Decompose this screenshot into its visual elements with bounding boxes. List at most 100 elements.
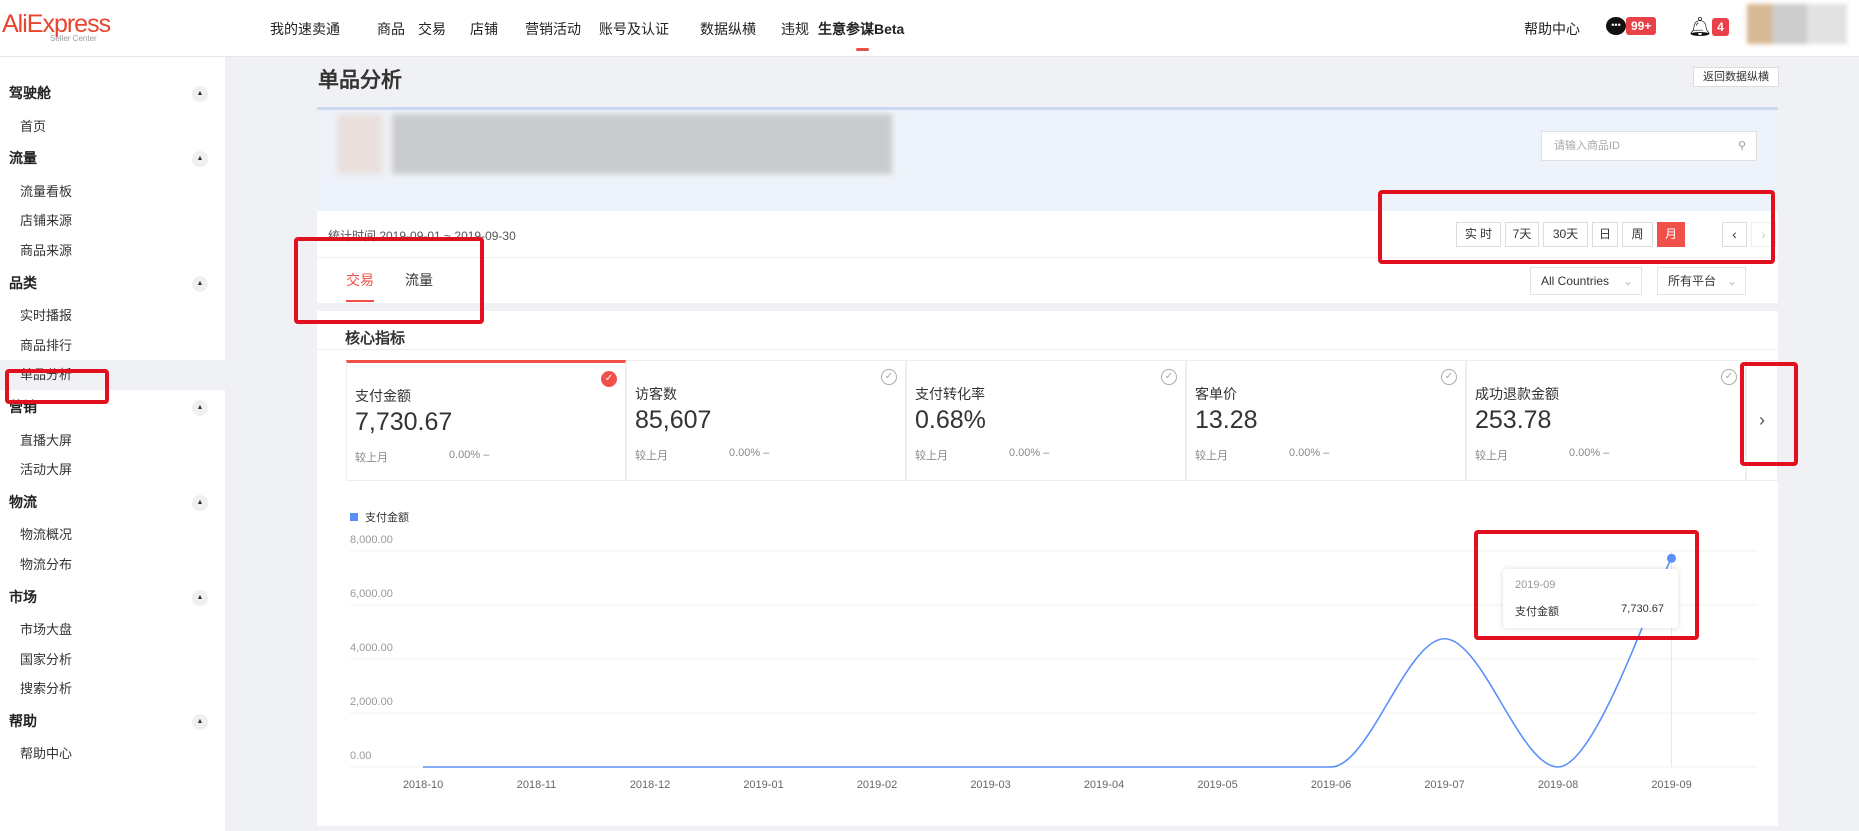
x-tick-label: 2019-02 — [857, 779, 897, 791]
x-tick-label: 2019-07 — [1424, 779, 1464, 791]
sidebar-group[interactable]: 帮助 ▲ — [0, 704, 225, 740]
metric-label: 支付转化率 — [915, 386, 985, 402]
metric-value: 253.78 — [1475, 406, 1552, 434]
x-tick-label: 2019-09 — [1651, 779, 1691, 791]
sidebar-item[interactable]: 商品来源 — [0, 236, 225, 266]
nav-item[interactable]: 违规 — [781, 19, 809, 39]
nav-item[interactable]: 店铺 — [470, 19, 498, 39]
metric-value: 13.28 — [1195, 406, 1258, 434]
y-tick-label: 4,000.00 — [350, 642, 393, 654]
sidebar-item[interactable]: 物流概况 — [0, 520, 225, 550]
check-icon[interactable]: ✓ — [601, 371, 617, 387]
collapse-caret-icon[interactable]: ▲ — [192, 151, 208, 168]
nav-item[interactable]: 我的速卖通 — [270, 19, 340, 39]
check-icon[interactable]: ✓ — [1161, 369, 1177, 385]
sidebar-item[interactable]: 活动大屏 — [0, 455, 225, 485]
metric-label: 支付金额 — [355, 388, 411, 404]
sidebar-group-label: 驾驶舱 — [9, 85, 51, 101]
legend-label: 支付金额 — [365, 510, 409, 524]
y-tick-label: 8,000.00 — [350, 534, 393, 546]
sidebar-group[interactable]: 市场 ▲ — [0, 580, 225, 616]
metric-label: 访客数 — [635, 386, 677, 402]
messages-badge: 99+ — [1626, 17, 1657, 35]
metric-change: 0.00% – — [449, 449, 490, 461]
annotation-highlight — [1378, 190, 1775, 264]
annotation-highlight — [5, 369, 109, 404]
metric-label: 客单价 — [1195, 386, 1237, 402]
nav-item[interactable]: 交易 — [418, 19, 446, 39]
platform-select[interactable]: 所有平台 ⌄ — [1657, 267, 1746, 295]
metric-card[interactable]: 支付金额 7,730.67 较上月 0.00% – ✓ — [346, 360, 626, 481]
page-title: 单品分析 — [318, 69, 402, 92]
sidebar: 驾驶舱 ▲ 首页 流量 ▲ 流量看板 店铺来源 商品来源 品类 ▲ 实时播报 商品排行 单品分析 营销 ▲ 直… — [0, 57, 225, 831]
collapse-caret-icon[interactable]: ▲ — [192, 589, 208, 606]
sidebar-group[interactable]: 物流 ▲ — [0, 485, 225, 521]
aliexpress-logo[interactable]: AliExpress Seller Center — [2, 10, 111, 43]
nav-item[interactable]: 账号及认证 — [599, 19, 669, 39]
x-tick-label: 2018-11 — [517, 779, 557, 791]
sidebar-item[interactable]: 首页 — [0, 112, 225, 142]
sidebar-item[interactable]: 搜索分析 — [0, 674, 225, 704]
x-tick-label: 2019-03 — [970, 779, 1010, 791]
check-icon[interactable]: ✓ — [1441, 369, 1457, 385]
sidebar-item[interactable]: 商品排行 — [0, 331, 225, 361]
collapse-caret-icon[interactable]: ▲ — [192, 86, 208, 102]
collapse-caret-icon[interactable]: ▲ — [192, 713, 208, 730]
metric-change: 0.00% – — [729, 447, 770, 459]
messages-button[interactable]: ••• 99+ — [1606, 17, 1657, 35]
collapse-caret-icon[interactable]: ▲ — [192, 275, 208, 292]
sidebar-group-label: 流量 — [9, 150, 37, 167]
collapse-caret-icon[interactable]: ▲ — [192, 494, 208, 511]
sidebar-item[interactable]: 物流分布 — [0, 550, 225, 580]
x-tick-label: 2019-05 — [1197, 779, 1237, 791]
metric-card[interactable]: 访客数 85,607 较上月 0.00% – ✓ — [626, 360, 906, 481]
user-avatar[interactable] — [1747, 4, 1847, 44]
x-tick-label: 2018-12 — [630, 779, 670, 791]
sidebar-item[interactable]: 国家分析 — [0, 645, 225, 675]
nav-item[interactable]: 商品 — [377, 19, 405, 39]
sidebar-group-label: 品类 — [9, 274, 37, 291]
x-tick-label: 2019-04 — [1084, 779, 1124, 791]
notifications-button[interactable]: 🔔︎ 4 — [1688, 15, 1729, 39]
sidebar-group-label: 市场 — [9, 588, 37, 605]
y-tick-label: 6,000.00 — [350, 588, 393, 600]
sidebar-item[interactable]: 实时播报 — [0, 301, 225, 331]
sidebar-group[interactable]: 品类 ▲ — [0, 266, 225, 302]
help-center-link[interactable]: 帮助中心 — [1524, 19, 1580, 39]
metric-compare-label: 较上月 — [355, 452, 388, 464]
collapse-caret-icon[interactable]: ▲ — [192, 399, 208, 416]
x-tick-label: 2018-10 — [403, 779, 443, 791]
metric-compare-label: 较上月 — [1195, 450, 1228, 462]
metric-compare-label: 较上月 — [915, 450, 948, 462]
metric-compare-label: 较上月 — [635, 450, 668, 462]
x-tick-label: 2019-08 — [1538, 779, 1578, 791]
nav-item[interactable]: 数据纵横 — [700, 19, 756, 39]
metric-compare-label: 较上月 — [1475, 450, 1508, 462]
metric-change: 0.00% – — [1569, 447, 1610, 459]
metric-card[interactable]: 成功退款金额 253.78 较上月 0.00% – ✓ — [1466, 360, 1746, 481]
check-icon[interactable]: ✓ — [1721, 369, 1737, 385]
sidebar-item[interactable]: 帮助中心 — [0, 739, 225, 769]
notifications-badge: 4 — [1712, 18, 1729, 36]
nav-item[interactable]: 生意参谋Beta — [818, 19, 904, 51]
country-select[interactable]: All Countries ⌄ — [1530, 267, 1642, 295]
sidebar-group[interactable]: 流量 ▲ — [0, 141, 225, 177]
sidebar-item[interactable]: 市场大盘 — [0, 615, 225, 645]
top-nav-bar: AliExpress Seller Center 我的速卖通 商品 交易 店铺 营销活动账… — [0, 0, 1859, 57]
x-tick-label: 2019-01 — [743, 779, 783, 791]
product-id-search-input[interactable]: 请输入商品ID ⚲ — [1541, 131, 1757, 161]
back-to-data-button[interactable]: 返回数据纵横 — [1693, 67, 1779, 87]
sidebar-item[interactable]: 店铺来源 — [0, 206, 225, 236]
product-image-blurred — [337, 114, 892, 174]
sidebar-group[interactable]: 驾驶舱 ▲ — [0, 76, 225, 112]
y-tick-label: 0.00 — [350, 750, 371, 762]
metric-card[interactable]: 支付转化率 0.68% 较上月 0.00% – ✓ — [906, 360, 1186, 481]
check-icon[interactable]: ✓ — [881, 369, 897, 385]
annotation-highlight — [294, 237, 484, 324]
sidebar-item[interactable]: 直播大屏 — [0, 426, 225, 456]
nav-item[interactable]: 营销活动 — [525, 19, 581, 39]
metric-card[interactable]: 客单价 13.28 较上月 0.00% – ✓ — [1186, 360, 1466, 481]
y-tick-label: 2,000.00 — [350, 696, 393, 708]
metric-value: 7,730.67 — [355, 408, 453, 436]
sidebar-item[interactable]: 流量看板 — [0, 177, 225, 207]
